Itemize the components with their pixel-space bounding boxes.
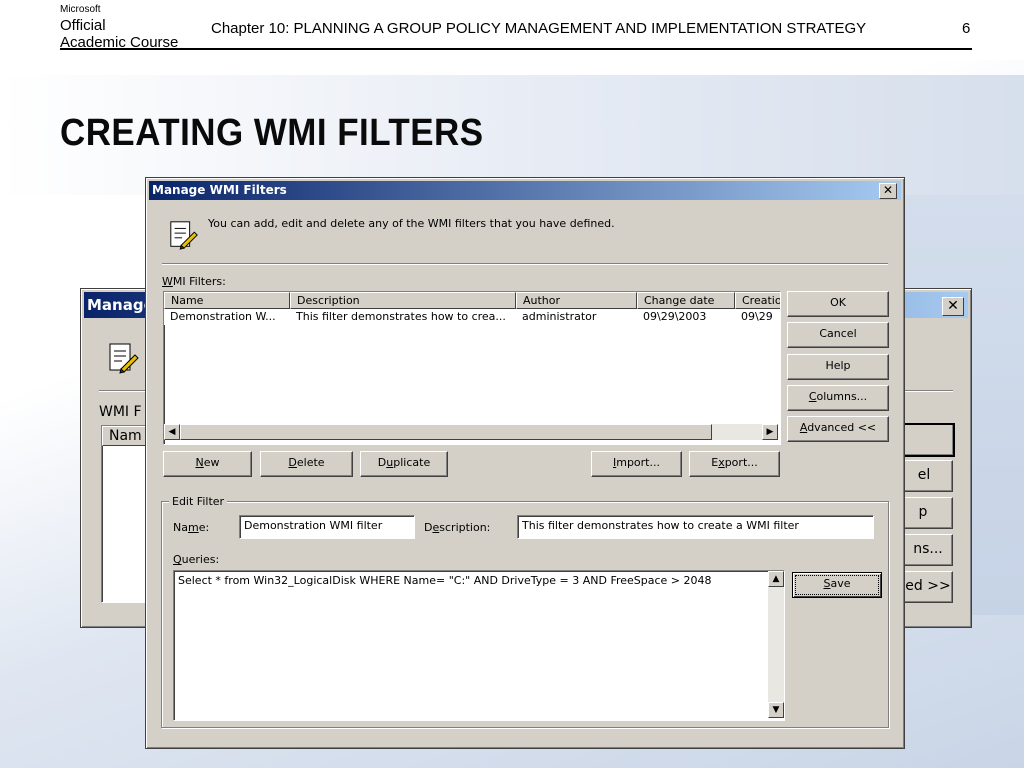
edit-filter-label: Edit Filter: [169, 495, 228, 508]
intro-text: You can add, edit and delete any of the …: [208, 217, 615, 230]
course-logo: Microsoft Official Academic Course: [60, 4, 178, 52]
close-button[interactable]: ✕: [879, 183, 897, 199]
page-number: 6: [962, 20, 971, 37]
delete-button[interactable]: Delete: [260, 451, 353, 477]
scroll-up-button[interactable]: ▲: [768, 571, 784, 587]
new-button[interactable]: New: [163, 451, 252, 477]
back-separator-right: [903, 390, 953, 392]
back-close-button[interactable]: ✕: [942, 297, 964, 316]
ok-button[interactable]: OK: [787, 291, 889, 317]
back-cancel-button[interactable]: el: [903, 460, 953, 492]
col-author-header[interactable]: Author: [516, 292, 637, 309]
name-label: Name:: [173, 521, 210, 534]
back-ok-button[interactable]: [903, 423, 955, 457]
slide-title: CREATING WMI FILTERS: [60, 112, 484, 154]
query-textarea[interactable]: Select * from Win32_LogicalDisk WHERE Na…: [173, 570, 785, 721]
back-columns-button[interactable]: ns...: [903, 534, 953, 566]
col-change-date-header[interactable]: Change date: [637, 292, 735, 309]
export-button[interactable]: Export...: [689, 451, 780, 477]
back-document-icon: [109, 343, 139, 374]
name-field[interactable]: Demonstration WMI filter: [239, 515, 415, 539]
logo-microsoft: Microsoft: [60, 4, 101, 15]
row-name: Demonstration W...: [170, 310, 276, 323]
help-button[interactable]: Help: [787, 354, 889, 380]
wmi-filter-list[interactable]: Name Description Author Change date Crea…: [163, 291, 781, 445]
scroll-right-button[interactable]: ▶: [762, 424, 778, 440]
col-description-header[interactable]: Description: [290, 292, 516, 309]
back-dialog-title: Manage: [87, 296, 154, 314]
back-filter-list[interactable]: Nam: [101, 425, 151, 603]
scroll-left-button[interactable]: ◀: [164, 424, 180, 440]
logo-official: Official: [60, 17, 106, 34]
back-advanced-button[interactable]: ed >>: [903, 571, 953, 603]
col-name-header[interactable]: Name: [164, 292, 290, 309]
cancel-button[interactable]: Cancel: [787, 322, 889, 348]
back-help-button[interactable]: p: [903, 497, 953, 529]
save-button[interactable]: Save: [792, 572, 882, 598]
document-edit-icon: [170, 221, 198, 250]
query-vertical-scrollbar[interactable]: ▲ ▼: [768, 571, 784, 718]
intro-separator: [162, 263, 888, 265]
dialog-titlebar: Manage WMI Filters ✕: [149, 181, 901, 200]
columns-button[interactable]: Columns...: [787, 385, 889, 411]
manage-wmi-filters-dialog: Manage WMI Filters ✕ You can add, edit a…: [145, 177, 905, 749]
back-wmi-label: WMI F: [99, 404, 142, 420]
advanced-button[interactable]: Advanced <<: [787, 416, 889, 442]
row-change-date: 09\29\2003: [643, 310, 707, 323]
description-label: Description:: [424, 521, 491, 534]
duplicate-button[interactable]: Duplicate: [360, 451, 448, 477]
scrollbar-thumb[interactable]: [180, 424, 712, 440]
row-description: This filter demonstrates how to crea...: [296, 310, 506, 323]
chapter-header: Chapter 10: PLANNING A GROUP POLICY MANA…: [211, 20, 867, 37]
horizontal-scrollbar[interactable]: ◀ ▶: [164, 424, 778, 440]
row-creation-date: 09\29: [741, 310, 773, 323]
description-field[interactable]: This filter demonstrates how to create a…: [517, 515, 874, 539]
header-divider: [60, 48, 972, 50]
scroll-down-button[interactable]: ▼: [768, 702, 784, 718]
queries-label: Queries:: [173, 553, 220, 566]
col-creation-header[interactable]: Creatio: [735, 292, 780, 309]
row-author: administrator: [522, 310, 597, 323]
dialog-title: Manage WMI Filters: [152, 183, 287, 197]
table-row[interactable]: Demonstration W... This filter demonstra…: [164, 309, 780, 325]
back-col-name[interactable]: Nam: [102, 426, 148, 446]
query-text: Select * from Win32_LogicalDisk WHERE Na…: [178, 574, 712, 587]
wmi-filters-label: WMI Filters:: [162, 275, 226, 288]
import-button[interactable]: Import...: [591, 451, 682, 477]
